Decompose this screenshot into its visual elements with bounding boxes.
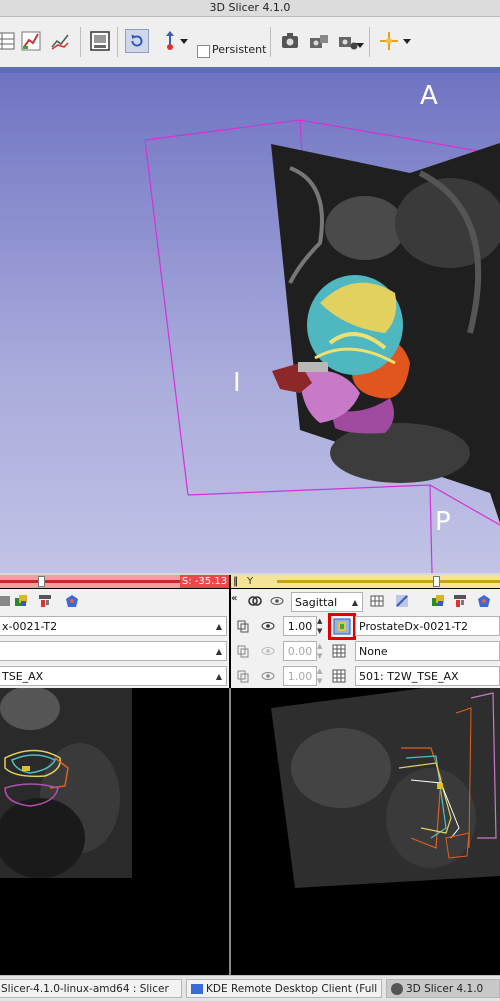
highlight-box: [328, 613, 356, 640]
combo-arrows-icon: ▲: [215, 647, 222, 656]
yellow-foreground-volume-select[interactable]: ProstateDx-0021-T2: [355, 616, 500, 636]
red-slice-slider-track[interactable]: [0, 580, 180, 583]
yellow-background-volume-value: 501: T2W_TSE_AX: [359, 670, 459, 683]
yellow-foreground-volume-value: ProstateDx-0021-T2: [359, 620, 468, 633]
layer-visibility-icon[interactable]: [430, 593, 446, 609]
combo-arrows-icon: ▲: [351, 598, 358, 607]
label-link-icon[interactable]: [235, 643, 251, 659]
spin-arrows-icon[interactable]: ▲ ▼: [317, 616, 322, 636]
chevron-down-icon[interactable]: [179, 29, 189, 53]
eye-icon[interactable]: [260, 668, 276, 684]
collapse-icon[interactable]: «: [231, 593, 237, 604]
red-slice-view[interactable]: [0, 688, 229, 982]
layer-visibility-icon[interactable]: [13, 593, 29, 609]
persistent-checkbox[interactable]: [197, 45, 210, 58]
scene-view-icon[interactable]: [307, 29, 331, 53]
orientation-inferior-label: I: [233, 368, 241, 398]
crosshair-icon[interactable]: [377, 29, 401, 53]
slice-model-icon[interactable]: [476, 593, 492, 609]
combo-arrows-icon: ▲: [215, 672, 222, 681]
link-rings-icon[interactable]: [247, 593, 263, 609]
yellow-slice-slider-bar: ‖ Y: [231, 575, 500, 588]
layout-icon[interactable]: [88, 29, 112, 53]
label-opacity-spinbox[interactable]: 0.00: [283, 641, 317, 661]
taskbar-item-slicer-terminal[interactable]: Slicer-4.1.0-linux-amd64 : Slicer: [0, 979, 182, 998]
taskbar-item-slicer[interactable]: 3D Slicer 4.1.0: [386, 979, 500, 998]
3d-render-canvas: [144, 119, 500, 573]
chevron-down-icon[interactable]: [402, 29, 412, 53]
yellow-slice-slider-handle[interactable]: [433, 576, 440, 587]
taskbar-item-label: KDE Remote Desktop Client (Full Scre: [206, 983, 381, 995]
taskbar-item-label: Slicer-4.1.0-linux-amd64 : Slicer: [1, 983, 169, 995]
toolbar-separator: [270, 27, 271, 57]
eye-icon[interactable]: [269, 593, 285, 609]
combo-arrows-icon: ▲: [215, 622, 222, 631]
slice-link-icon[interactable]: [0, 593, 12, 609]
slicer-app-icon: [391, 983, 403, 995]
yellow-label-volume-select[interactable]: None: [355, 641, 500, 661]
persistent-label: Persistent: [212, 43, 267, 56]
red-label-volume-select[interactable]: ▲: [0, 641, 227, 661]
3d-view[interactable]: A I P: [0, 73, 500, 573]
taskbar-item-label: 3D Slicer 4.1.0: [406, 983, 484, 995]
taskbar: Slicer-4.1.0-linux-amd64 : Slicer KDE Re…: [0, 975, 500, 1001]
yellow-slice-letter: Y: [247, 576, 254, 587]
slice-model-icon[interactable]: [64, 593, 80, 609]
yellow-slice-slider-track[interactable]: [277, 580, 500, 583]
toolbar-separator: [369, 27, 370, 57]
yellow-slice-controls: « Sagittal ▲ 1.00 ▲ ▼ ProstateDx-0021-T2 0…: [231, 589, 500, 688]
orientation-anterior-label: A: [420, 81, 438, 111]
eye-disabled-icon[interactable]: [260, 643, 276, 659]
red-slice-controls: x-0021-T2 ▲ ▲ TSE_AX ▲: [0, 589, 229, 688]
toolbar-separator: [80, 27, 81, 57]
red-slice-slider-handle[interactable]: [38, 576, 45, 587]
slice-spacing-icon[interactable]: [394, 593, 410, 609]
spin-arrows-icon[interactable]: ▲ ▼: [317, 641, 322, 661]
yellow-orientation-value: Sagittal: [295, 596, 338, 609]
yellow-slice-view[interactable]: [231, 688, 500, 982]
krdc-icon: [191, 984, 203, 994]
taskbar-item-krdc[interactable]: KDE Remote Desktop Client (Full Scre: [186, 979, 382, 998]
slice-options-icon[interactable]: [452, 593, 468, 609]
red-background-volume-value: TSE_AX: [2, 670, 44, 683]
background-link-icon[interactable]: [235, 668, 251, 684]
red-foreground-volume-value: x-0021-T2: [2, 620, 58, 633]
red-slice-offset-value: S: -35.13: [180, 575, 229, 588]
orientation-posterior-label: P: [435, 507, 451, 537]
background-opacity-spinbox[interactable]: 1.00: [283, 666, 317, 686]
yellow-pin-icon[interactable]: ‖: [233, 575, 238, 588]
grid-icon[interactable]: [369, 593, 385, 609]
red-slice-image: [0, 688, 132, 878]
yellow-slice-image: [271, 688, 500, 888]
label-grid-icon[interactable]: [331, 643, 347, 659]
yellow-background-volume-select[interactable]: 501: T2W_TSE_AX: [355, 666, 500, 686]
background-grid-icon[interactable]: [331, 668, 347, 684]
eye-icon[interactable]: [260, 618, 276, 634]
toolbar-separator: [117, 27, 118, 57]
window-title: 3D Slicer 4.1.0: [0, 0, 500, 17]
spin-arrows-icon[interactable]: ▲ ▼: [317, 666, 322, 686]
plot-curve-icon[interactable]: [48, 29, 72, 53]
chart-icon[interactable]: [19, 29, 43, 53]
yellow-orientation-select[interactable]: Sagittal ▲: [291, 592, 363, 612]
screenshot-icon[interactable]: [278, 29, 302, 53]
label-outline-toggle-icon[interactable]: [333, 618, 351, 635]
red-slice-slider-bar: S: -35.13: [0, 575, 229, 588]
yellow-label-volume-value: None: [359, 645, 388, 658]
table-icon[interactable]: [0, 29, 16, 53]
red-foreground-volume-select[interactable]: x-0021-T2 ▲: [0, 616, 227, 636]
red-background-volume-select[interactable]: TSE_AX ▲: [0, 666, 227, 686]
reset-view-icon[interactable]: [125, 29, 149, 53]
main-toolbar: Persistent: [0, 17, 500, 68]
slice-options-icon[interactable]: [37, 593, 53, 609]
foreground-link-icon[interactable]: [235, 618, 251, 634]
foreground-opacity-spinbox[interactable]: 1.00: [283, 616, 317, 636]
chevron-down-icon[interactable]: [355, 29, 365, 53]
